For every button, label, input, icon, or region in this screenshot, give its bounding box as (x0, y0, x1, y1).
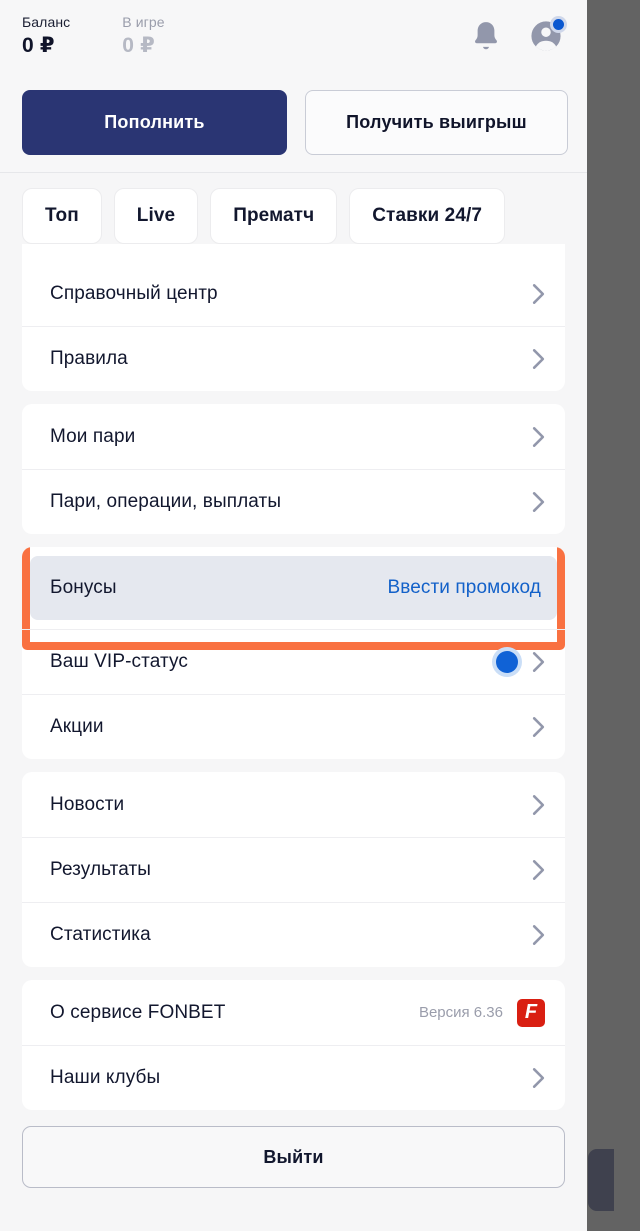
menu-item-promotions[interactable]: Акции (22, 694, 565, 759)
enter-promocode-link[interactable]: Ввести промокод (387, 577, 541, 599)
row-accessory: Версия 6.36 F (418, 998, 545, 1027)
overlay-side-handle[interactable] (588, 1149, 614, 1211)
notifications-button[interactable] (467, 16, 505, 56)
menu-item-label: Правила (50, 348, 128, 369)
menu-item-my-bets[interactable]: Мои пари (22, 404, 565, 469)
menu-item-help-center[interactable]: Справочный центр (22, 261, 565, 326)
menu-item-label: Акции (50, 716, 104, 737)
fonbet-logo-icon: F (517, 998, 545, 1027)
menu-item-label: Наши клубы (50, 1067, 161, 1088)
account-header: Баланс 0 ₽ В игре 0 ₽ Пополнить Получить… (0, 0, 587, 173)
clipped-row-top (22, 244, 565, 261)
tab-bets-247[interactable]: Ставки 24/7 (349, 188, 506, 244)
row-accessory (532, 924, 545, 946)
logout-button[interactable]: Выйти (22, 1126, 565, 1188)
menu-item-label: Новости (50, 793, 125, 815)
row-accessory (532, 794, 545, 816)
app-viewport: Баланс 0 ₽ В игре 0 ₽ Пополнить Получить… (0, 0, 587, 1231)
row-accessory (532, 283, 545, 305)
settings-menu-list: Справочный центр Правила Мои пари Пари, … (0, 244, 587, 1110)
vip-status-indicator-dot (496, 651, 518, 673)
row-accessory (532, 1067, 545, 1089)
row-accessory (532, 716, 545, 738)
row-accessory (532, 491, 545, 513)
menu-item-bets-operations-payouts[interactable]: Пари, операции, выплаты (22, 469, 565, 534)
inplay-label: В игре (122, 14, 165, 30)
chevron-right-icon (532, 1068, 545, 1088)
chevron-right-icon (532, 349, 545, 369)
menu-item-about-fonbet[interactable]: О сервисе FONBET Версия 6.36 F (22, 980, 565, 1045)
row-accessory (532, 859, 545, 881)
menu-item-label: Ваш VIP-статус (50, 651, 188, 672)
menu-item-vip-status[interactable]: Ваш VIP-статус (22, 629, 565, 694)
profile-button[interactable] (527, 16, 567, 56)
app-version-label: Версия 6.36 (418, 1004, 503, 1021)
balance-label: Баланс (22, 14, 71, 30)
tab-top[interactable]: Топ (22, 188, 102, 244)
menu-item-label: Справочный центр (50, 282, 218, 304)
menu-item-rules[interactable]: Правила (22, 326, 565, 391)
withdraw-button[interactable]: Получить выигрыш (305, 90, 568, 155)
row-accessory (532, 348, 545, 370)
menu-item-label: Статистика (50, 924, 151, 945)
chevron-right-icon (532, 794, 545, 815)
inplay-value: 0 ₽ (122, 34, 155, 57)
inplay-block: В игре 0 ₽ (122, 14, 164, 58)
menu-item-label: Результаты (50, 859, 152, 880)
tab-prematch[interactable]: Прематч (210, 188, 338, 244)
chevron-right-icon (532, 283, 545, 304)
menu-item-label: Бонусы (50, 577, 117, 598)
chevron-right-icon (532, 860, 545, 880)
menu-item-label: Пари, операции, выплаты (50, 491, 282, 512)
chevron-right-icon (532, 717, 545, 737)
menu-item-statistics[interactable]: Статистика (22, 902, 565, 967)
row-accessory (496, 651, 545, 673)
menu-item-our-clubs[interactable]: Наши клубы (22, 1045, 565, 1110)
right-dim-overlay[interactable] (587, 0, 640, 1231)
account-actions: Пополнить Получить выигрыш (22, 90, 568, 155)
chevron-right-icon (532, 925, 545, 945)
chevron-right-icon (532, 652, 545, 672)
menu-item-news[interactable]: Новости (22, 772, 565, 837)
menu-group-help: Справочный центр Правила (22, 244, 565, 391)
menu-item-results[interactable]: Результаты (22, 837, 565, 902)
tab-live[interactable]: Live (113, 188, 199, 244)
chevron-right-icon (532, 426, 545, 447)
menu-item-label: Мои пари (50, 425, 136, 447)
menu-group-about: О сервисе FONBET Версия 6.36 F Наши клуб… (22, 980, 565, 1110)
menu-group-bonuses: Бонусы Ввести промокод Ваш VIP-статус Ак… (22, 547, 565, 759)
bell-icon (475, 22, 497, 50)
chevron-right-icon (532, 492, 545, 512)
menu-item-bonuses[interactable]: Бонусы Ввести промокод (30, 556, 557, 620)
deposit-button[interactable]: Пополнить (22, 90, 287, 155)
menu-group-content: Новости Результаты Статистика (22, 772, 565, 967)
screen-root: Баланс 0 ₽ В игре 0 ₽ Пополнить Получить… (0, 0, 640, 1231)
profile-notification-badge (550, 16, 567, 33)
balance-block: Баланс 0 ₽ (22, 14, 70, 58)
header-icons (467, 16, 567, 56)
row-accessory (532, 426, 545, 448)
menu-item-label: О сервисе FONBET (50, 1001, 226, 1023)
logout-section: Выйти (0, 1123, 587, 1188)
balance-value: 0 ₽ (22, 34, 55, 57)
fonbet-logo-glyph: F (524, 1000, 538, 1023)
menu-group-bets: Мои пари Пари, операции, выплаты (22, 404, 565, 534)
